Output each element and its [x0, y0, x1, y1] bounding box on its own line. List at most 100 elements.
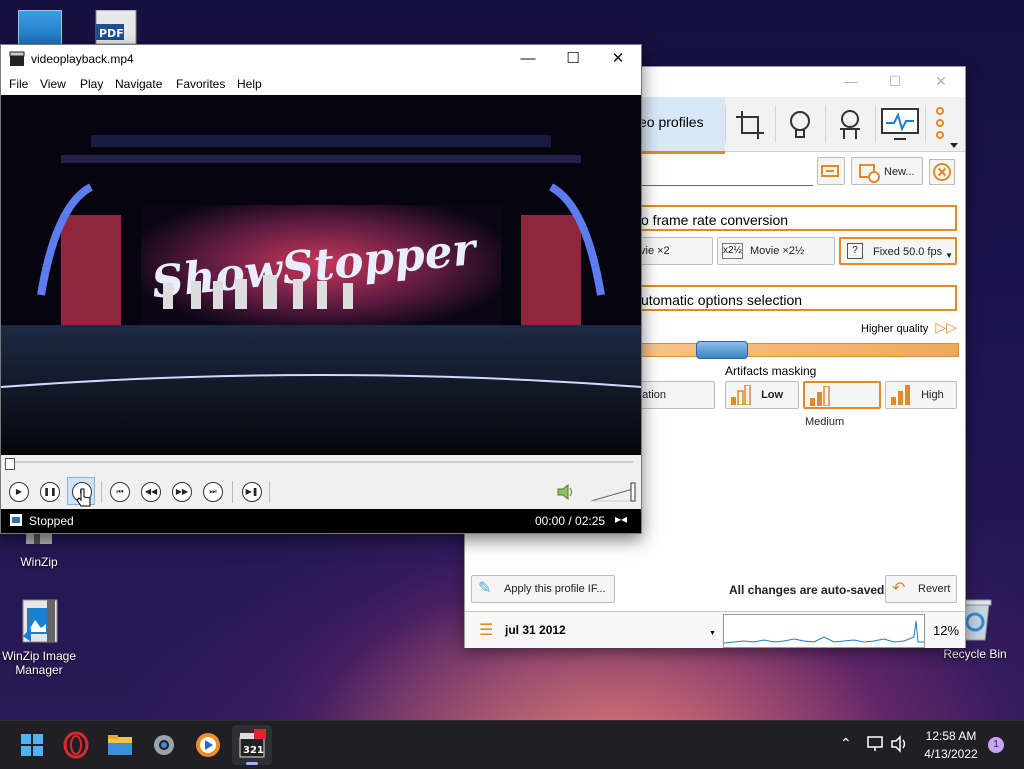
tab-monitor[interactable] — [875, 105, 924, 143]
hand-cursor-icon — [76, 488, 91, 507]
cpu-graph — [723, 614, 925, 648]
apply-profile-button[interactable]: ✎ Apply this profile IF... — [471, 575, 615, 603]
option-label: Medium — [805, 416, 845, 428]
menu-navigate[interactable]: Navigate — [115, 77, 162, 91]
pause-button[interactable]: ❚❚ — [40, 482, 60, 502]
dropdown-arrow-icon[interactable]: ▼ — [709, 630, 716, 637]
dropdown-arrow-icon: ▼ — [945, 251, 953, 260]
notification-badge[interactable]: 1 — [988, 737, 1004, 753]
tab-gpu[interactable] — [825, 105, 874, 143]
crop-icon — [736, 111, 764, 139]
start-windows-icon[interactable] — [16, 729, 48, 761]
speaker-icon[interactable] — [890, 735, 910, 753]
video-player-window: videoplayback.mp4 — ☐ ✕ File View Play N… — [0, 44, 642, 534]
delete-profile-button[interactable] — [929, 159, 955, 185]
desktop-icon-winzip-image-manager[interactable]: WinZip Image Manager — [0, 598, 78, 677]
profile-options-button[interactable] — [817, 157, 845, 185]
quality-slider[interactable] — [635, 341, 959, 359]
tab-video-profiles[interactable]: eo profiles — [635, 97, 725, 154]
revert-label: Revert — [918, 583, 951, 595]
auto-options-section-header[interactable]: utomatic options selection — [635, 285, 957, 311]
previous-button[interactable]: ⏮ — [110, 482, 130, 502]
fast-forward-button[interactable]: ▶▶ — [172, 482, 192, 502]
higher-quality-text: Higher quality — [861, 323, 929, 335]
menu-help[interactable]: Help — [237, 77, 262, 91]
close-circle-icon — [933, 163, 951, 181]
undo-icon: ↶ — [892, 580, 906, 597]
file-explorer-icon[interactable] — [104, 729, 136, 761]
option-label: Low — [761, 389, 784, 401]
clock-date: 4/13/2022 — [924, 747, 978, 761]
menu-icon[interactable]: ☰ — [479, 620, 493, 640]
rate-option-label: Movie ×2½ — [750, 245, 805, 257]
artifacts-left-option[interactable]: nation — [635, 381, 715, 409]
volume-slider[interactable] — [589, 481, 639, 503]
desktop-icon-winzip[interactable]: WinZip — [0, 530, 78, 569]
volume-icon[interactable] — [556, 483, 578, 501]
artifacts-high-button[interactable]: High — [885, 381, 957, 409]
artifacts-medium-button[interactable]: Medium — [803, 381, 881, 428]
clock-time: 12:58 AM — [925, 729, 977, 743]
rate-option-fixed-fps[interactable]: ? Fixed 50.0 fps ▼ — [839, 237, 957, 265]
tab-more[interactable] — [925, 105, 962, 148]
new-button-label: New... — [884, 166, 915, 178]
desktop-icon-label: Recycle Bin — [943, 647, 1007, 661]
close-button[interactable]: ✕ — [595, 45, 641, 73]
menu-view[interactable]: View — [40, 77, 66, 91]
desktop-icon-label: WinZip — [20, 555, 58, 569]
minimize-button[interactable]: — — [505, 45, 551, 73]
rate-option-movie-x2-5[interactable]: x2½ Movie ×2½ — [717, 237, 835, 265]
desktop-icon-label: WinZip Image Manager — [1, 649, 77, 677]
status-bar: Stopped 00:00 / 02:25 ▸◂ — [1, 509, 641, 533]
controls-separator — [232, 481, 233, 503]
profile-name-field[interactable] — [635, 161, 813, 186]
play-button[interactable]: ▶ — [9, 482, 29, 502]
taskbar-active-app[interactable]: 321 — [232, 725, 272, 765]
date-label: jul 31 2012 — [505, 623, 566, 637]
desktop-icon-monitor[interactable] — [18, 10, 62, 46]
menu-file[interactable]: File — [9, 77, 28, 91]
network-icon[interactable] — [866, 735, 886, 753]
new-profile-button[interactable]: New... — [851, 157, 923, 185]
minimize-icon[interactable]: — — [841, 71, 861, 91]
quality-slider-thumb[interactable] — [696, 341, 748, 359]
clock[interactable]: 12:58 AM 4/13/2022 — [916, 727, 986, 763]
chevron-up-icon[interactable]: ⌃ — [840, 735, 852, 752]
svg-text:PDF: PDF — [99, 27, 124, 40]
revert-button[interactable]: ↶ Revert — [885, 575, 957, 603]
movie-icon: x2½ — [722, 243, 743, 259]
apply-button-label: Apply this profile IF... — [504, 583, 606, 595]
frame-step-button[interactable]: ▶❚ — [242, 482, 262, 502]
artifacts-masking-label: Artifacts masking — [725, 364, 817, 378]
settings-gear-icon[interactable] — [148, 729, 180, 761]
playback-controls: ▶ ❚❚ ■ ⏮ ◀◀ ▶▶ ⏭ ▶❚ — [1, 475, 641, 509]
menu-favorites[interactable]: Favorites — [176, 77, 225, 91]
maximize-icon[interactable]: ☐ — [885, 71, 905, 91]
rate-option-label: vie ×2 — [640, 245, 670, 257]
playback-status: Stopped — [29, 514, 74, 528]
svp-tabbar: eo profiles — [635, 97, 965, 154]
section-title: utomatic options selection — [641, 292, 803, 308]
audio-status-icon: ▸◂ — [615, 512, 628, 526]
video-frame[interactable]: ShowStopper — [1, 95, 641, 455]
video-frame-image: ShowStopper — [1, 95, 641, 455]
desktop-icon-pdf[interactable]: PDF — [94, 9, 138, 45]
artifacts-low-button[interactable]: Low — [725, 381, 799, 409]
clapperboard-icon — [9, 51, 25, 66]
higher-quality-label: Higher quality ▷▷ — [861, 319, 957, 336]
fast-forward-icon: ▷▷ — [935, 319, 957, 335]
tab-tips[interactable] — [775, 105, 824, 143]
rewind-button[interactable]: ◀◀ — [141, 482, 161, 502]
maximize-button[interactable]: ☐ — [550, 45, 596, 73]
media-player-icon[interactable] — [192, 729, 224, 761]
rate-option-movie-x2[interactable]: vie ×2 — [635, 237, 713, 265]
seek-thumb[interactable] — [5, 458, 15, 470]
next-button[interactable]: ⏭ — [203, 482, 223, 502]
tab-label: eo profiles — [639, 114, 704, 130]
tab-crop[interactable] — [725, 105, 774, 143]
close-icon[interactable]: ✕ — [931, 71, 951, 91]
frame-rate-section-header[interactable]: o frame rate conversion — [635, 205, 957, 231]
menu-play[interactable]: Play — [80, 77, 103, 91]
controls-separator — [269, 481, 270, 503]
opera-icon[interactable] — [60, 729, 92, 761]
